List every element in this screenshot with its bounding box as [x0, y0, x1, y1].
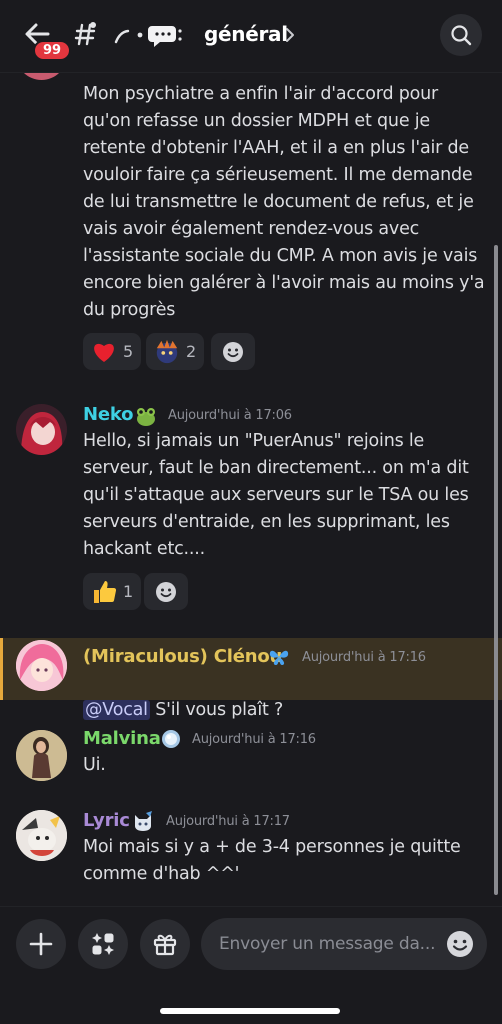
emoji-add-icon [223, 341, 243, 362]
avatar[interactable] [16, 73, 67, 80]
mention-indicator-bar [0, 638, 3, 700]
emoji-icon [447, 931, 473, 957]
message-timestamp: Aujourd'hui à 17:16 [302, 650, 426, 665]
reaction-heart[interactable]: 5 [83, 333, 142, 370]
channel-name[interactable]: général [204, 22, 288, 46]
author-name[interactable]: Lyric [83, 810, 130, 831]
plus-icon [29, 932, 53, 956]
message-timestamp: Aujourd'hui à 17:17 [166, 814, 290, 829]
cat-icon [132, 810, 154, 832]
orb-icon [160, 728, 182, 750]
avatar[interactable] [16, 730, 67, 781]
avatar[interactable] [16, 404, 67, 455]
home-indicator [160, 1008, 340, 1014]
search-icon [451, 25, 472, 46]
composer-divider [0, 906, 502, 907]
message-input-container[interactable] [201, 918, 487, 970]
hash-icon [74, 20, 98, 48]
message-text: Moi mais si y a + de 3-4 personnes je qu… [83, 837, 461, 884]
butterfly-icon [268, 646, 290, 668]
author-name[interactable]: (Miraculous) Clénou [83, 646, 282, 667]
add-reaction-button[interactable] [144, 573, 188, 610]
message-text: Hello, si jamais un "PuerAnus" rejoins l… [83, 431, 469, 559]
reaction-count: 5 [123, 342, 134, 361]
message-timestamp: Aujourd'hui à 17:16 [192, 732, 316, 747]
message-text: Mon psychiatre a enfin l'air d'accord po… [83, 84, 485, 320]
role-mention[interactable]: @Vocal [83, 700, 150, 720]
custom-avatar-emoji-icon [154, 339, 180, 365]
frog-icon [135, 405, 157, 427]
attach-button[interactable] [16, 919, 66, 969]
gift-icon [153, 934, 177, 956]
scrollbar[interactable] [494, 245, 498, 895]
message-feed[interactable]: Mon psychiatre a enfin l'air d'accord po… [0, 73, 502, 906]
unread-badge: 99 [33, 40, 71, 61]
emoji-button[interactable] [445, 929, 475, 959]
search-button[interactable] [440, 14, 482, 56]
avatar[interactable] [16, 640, 67, 691]
message-timestamp: Aujourd'hui à 17:06 [168, 408, 292, 423]
reaction-thumbs-up[interactable]: 1 [83, 573, 142, 610]
emoji-add-icon [156, 581, 176, 602]
heart-icon [91, 339, 117, 365]
reaction-count: 2 [186, 342, 197, 361]
apps-button[interactable] [78, 919, 128, 969]
channel-header: 99 général [0, 0, 502, 72]
reaction-count: 1 [123, 582, 134, 601]
channel-emoji-icon [112, 22, 182, 48]
add-reaction-button[interactable] [211, 333, 255, 370]
message-body: S'il vous plaît ? [149, 700, 284, 720]
chevron-right-icon[interactable] [284, 26, 296, 44]
author-name[interactable]: Malvina [83, 728, 161, 749]
message-text: Ui. [83, 755, 106, 775]
avatar[interactable] [16, 810, 67, 861]
thumbs-up-icon [91, 579, 117, 605]
gift-button[interactable] [140, 919, 190, 969]
message-input[interactable] [219, 934, 435, 954]
reaction-custom[interactable]: 2 [146, 333, 205, 370]
message-text: @Vocal S'il vous plaît ? [83, 670, 488, 724]
apps-icon [92, 933, 114, 955]
author-name[interactable]: Neko [83, 404, 134, 425]
